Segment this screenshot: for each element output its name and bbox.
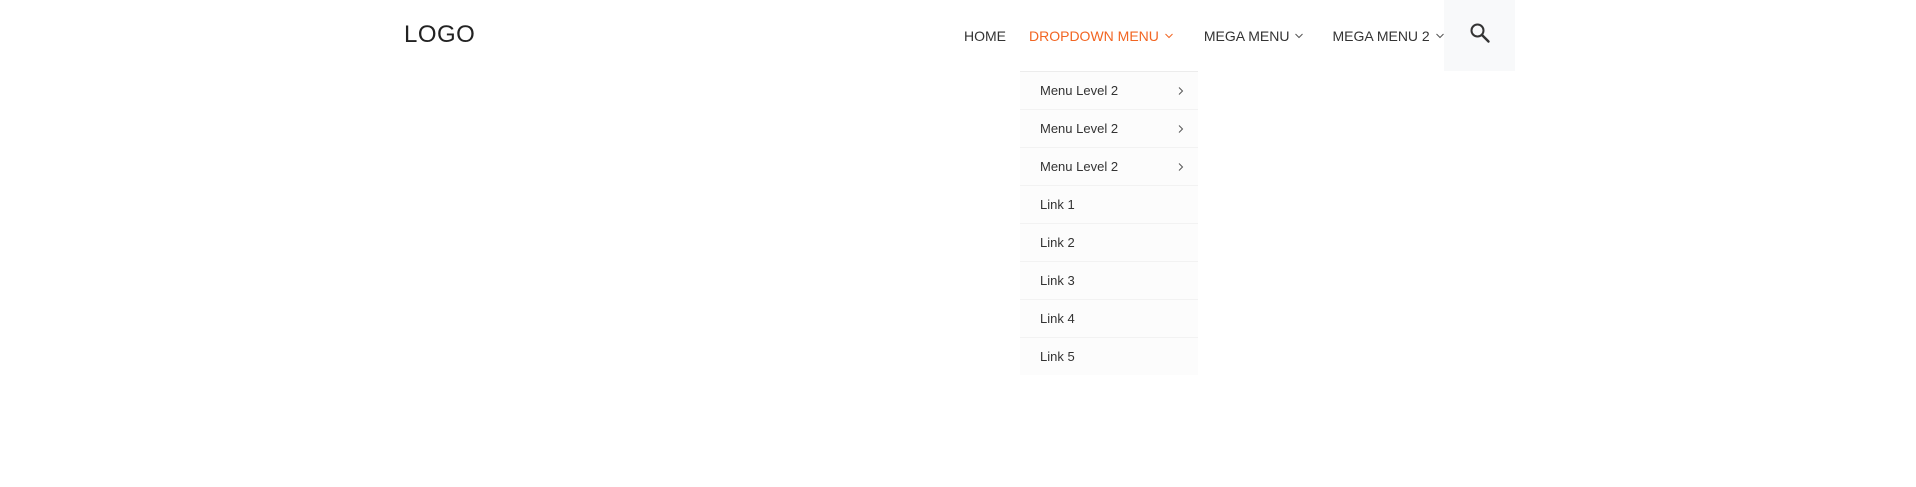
nav-item-label: DROPDOWN MENU [1029,27,1159,44]
dropdown-item-label: Link 5 [1040,349,1075,364]
dropdown-item-link-1[interactable]: Link 1 [1020,186,1198,224]
dropdown-item-link-4[interactable]: Link 4 [1020,300,1198,338]
dropdown-item-menu-level-2[interactable]: Menu Level 2 [1020,110,1198,148]
nav-item-dropdown-menu[interactable]: DROPDOWN MENU [1029,0,1174,71]
dropdown-item-label: Link 4 [1040,311,1075,326]
dropdown-item-label: Link 3 [1040,273,1075,288]
nav-item-label: MEGA MENU [1203,27,1290,44]
site-header: LOGO HOME DROPDOWN MENU MEGA MENU MEGA M… [0,0,1916,71]
chevron-down-icon [1294,31,1304,41]
nav-item-mega-menu-2[interactable]: MEGA MENU 2 [1332,0,1444,71]
nav-item-label: MEGA MENU 2 [1332,27,1430,44]
chevron-right-icon [1177,86,1185,96]
main-nav: HOME DROPDOWN MENU MEGA MENU MEGA MENU 2 [960,0,1445,71]
dropdown-menu-panel: Menu Level 2 Menu Level 2 Menu Level 2 L… [1020,71,1198,375]
nav-item-home[interactable]: HOME [964,0,1006,71]
dropdown-item-label: Link 2 [1040,235,1075,250]
dropdown-item-menu-level-2[interactable]: Menu Level 2 [1020,72,1198,110]
logo[interactable]: LOGO [404,20,475,50]
dropdown-item-label: Link 1 [1040,197,1075,212]
chevron-right-icon [1177,124,1185,134]
dropdown-item-label: Menu Level 2 [1040,159,1119,174]
search-icon [1469,22,1491,49]
nav-item-label: HOME [964,27,1006,44]
chevron-down-icon [1164,31,1174,41]
dropdown-item-menu-level-2[interactable]: Menu Level 2 [1020,148,1198,186]
dropdown-item-label: Menu Level 2 [1040,83,1119,98]
search-button[interactable] [1444,0,1515,71]
dropdown-item-label: Menu Level 2 [1040,121,1119,136]
chevron-right-icon [1177,162,1185,172]
dropdown-item-link-5[interactable]: Link 5 [1020,338,1198,375]
nav-item-mega-menu[interactable]: MEGA MENU [1204,0,1305,71]
dropdown-item-link-3[interactable]: Link 3 [1020,262,1198,300]
dropdown-item-link-2[interactable]: Link 2 [1020,224,1198,262]
